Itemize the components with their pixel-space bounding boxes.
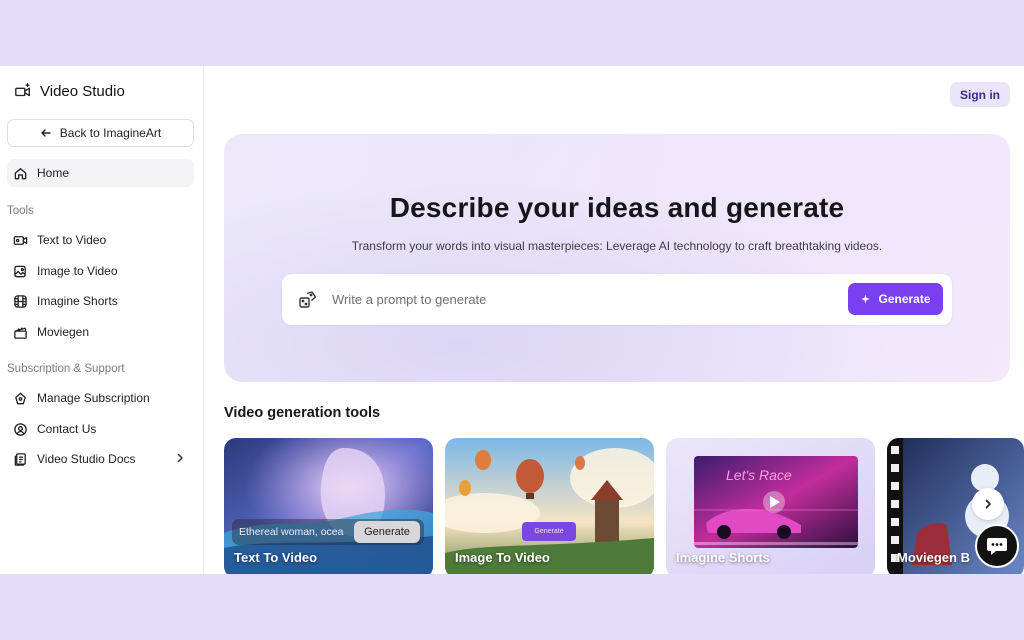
sidebar-item-label: Imagine Shorts bbox=[37, 294, 118, 308]
sidebar-item-video-studio-docs[interactable]: Video Studio Docs bbox=[7, 445, 194, 473]
image-sparkle-icon bbox=[14, 265, 26, 277]
tool-card-imagine-shorts[interactable]: Let's Race Imagine Shorts bbox=[666, 438, 875, 574]
sparkle-icon bbox=[861, 293, 871, 304]
subscription-icon bbox=[15, 392, 26, 404]
video-camera-icon bbox=[13, 235, 28, 245]
tools-section-title: Video generation tools bbox=[224, 405, 381, 421]
mini-prompt-text: Ethereal woman, ocea bbox=[239, 526, 344, 538]
tools-heading: Tools bbox=[7, 205, 34, 217]
prompt-bar: Generate bbox=[282, 274, 952, 325]
mini-generate-button: Generate bbox=[522, 522, 576, 541]
back-button-label: Back to ImagineArt bbox=[59, 126, 162, 140]
film-reel-icon bbox=[14, 294, 27, 308]
tool-card-label: Text To Video bbox=[234, 550, 318, 565]
sidebar-item-label: Video Studio Docs bbox=[37, 452, 136, 466]
back-to-imagineart-button[interactable]: Back to ImagineArt bbox=[7, 119, 194, 147]
sidebar: Video Studio Back to ImagineArt Home Too… bbox=[0, 66, 204, 574]
sidebar-item-contact-us[interactable]: Contact Us bbox=[7, 415, 194, 443]
home-icon bbox=[14, 167, 27, 179]
prompt-input[interactable] bbox=[332, 286, 832, 313]
sidebar-item-label: Home bbox=[37, 166, 70, 180]
docs-icon bbox=[14, 452, 26, 466]
sign-in-button[interactable]: Sign in bbox=[950, 82, 1010, 107]
sidebar-item-imagine-shorts[interactable]: Imagine Shorts bbox=[7, 287, 194, 315]
sidebar-item-label: Contact Us bbox=[37, 422, 97, 436]
support-heading: Subscription & Support bbox=[7, 363, 125, 375]
tool-card-image-to-video[interactable]: Generate Image To Video bbox=[445, 438, 654, 574]
dice-icon[interactable] bbox=[298, 290, 318, 310]
hero-title: Describe your ideas and generate bbox=[389, 192, 845, 223]
video-sparkle-icon bbox=[15, 83, 30, 97]
arrow-left-icon bbox=[41, 129, 51, 137]
app-window: Video Studio Back to ImagineArt Home Too… bbox=[0, 66, 1024, 574]
sidebar-item-label: Text to Video bbox=[37, 233, 107, 247]
hero-subtitle: Transform your words into visual masterp… bbox=[351, 239, 883, 253]
tool-card-label: Image To Video bbox=[455, 550, 550, 565]
tool-card-text-to-video[interactable]: Ethereal woman, ocea Generate Text To Vi… bbox=[224, 438, 433, 574]
chat-bubble-icon bbox=[987, 538, 1007, 555]
sidebar-item-label: Image to Video bbox=[37, 264, 118, 278]
tool-card-label: Imagine Shorts bbox=[676, 550, 770, 565]
tool-card-label: Moviegen B bbox=[897, 550, 970, 565]
sidebar-item-manage-subscription[interactable]: Manage Subscription bbox=[7, 384, 194, 412]
mini-prompt-bar: Ethereal woman, ocea Generate bbox=[232, 519, 424, 545]
brand-title: Video Studio bbox=[40, 82, 125, 100]
chevron-right-icon bbox=[177, 453, 183, 463]
sidebar-item-text-to-video[interactable]: Text to Video bbox=[7, 226, 194, 254]
generate-button-label: Generate bbox=[878, 292, 931, 306]
sidebar-item-image-to-video[interactable]: Image to Video bbox=[7, 257, 194, 285]
brand: Video Studio bbox=[14, 82, 125, 100]
hero-panel: Describe your ideas and generate Transfo… bbox=[224, 134, 1010, 382]
sidebar-item-label: Manage Subscription bbox=[37, 391, 150, 405]
sidebar-item-home[interactable]: Home bbox=[7, 159, 194, 187]
carousel-next-button[interactable] bbox=[972, 488, 1004, 520]
mini-generate-button: Generate bbox=[354, 521, 420, 543]
poster-text: Let's Race bbox=[726, 467, 792, 483]
contact-icon bbox=[14, 422, 27, 436]
generate-button[interactable]: Generate bbox=[848, 283, 943, 315]
clapperboard-icon bbox=[14, 326, 27, 339]
sidebar-item-moviegen[interactable]: Moviegen bbox=[7, 318, 194, 346]
sidebar-item-label: Moviegen bbox=[37, 325, 90, 339]
chevron-right-icon bbox=[985, 499, 991, 509]
chat-support-button[interactable] bbox=[975, 524, 1019, 568]
